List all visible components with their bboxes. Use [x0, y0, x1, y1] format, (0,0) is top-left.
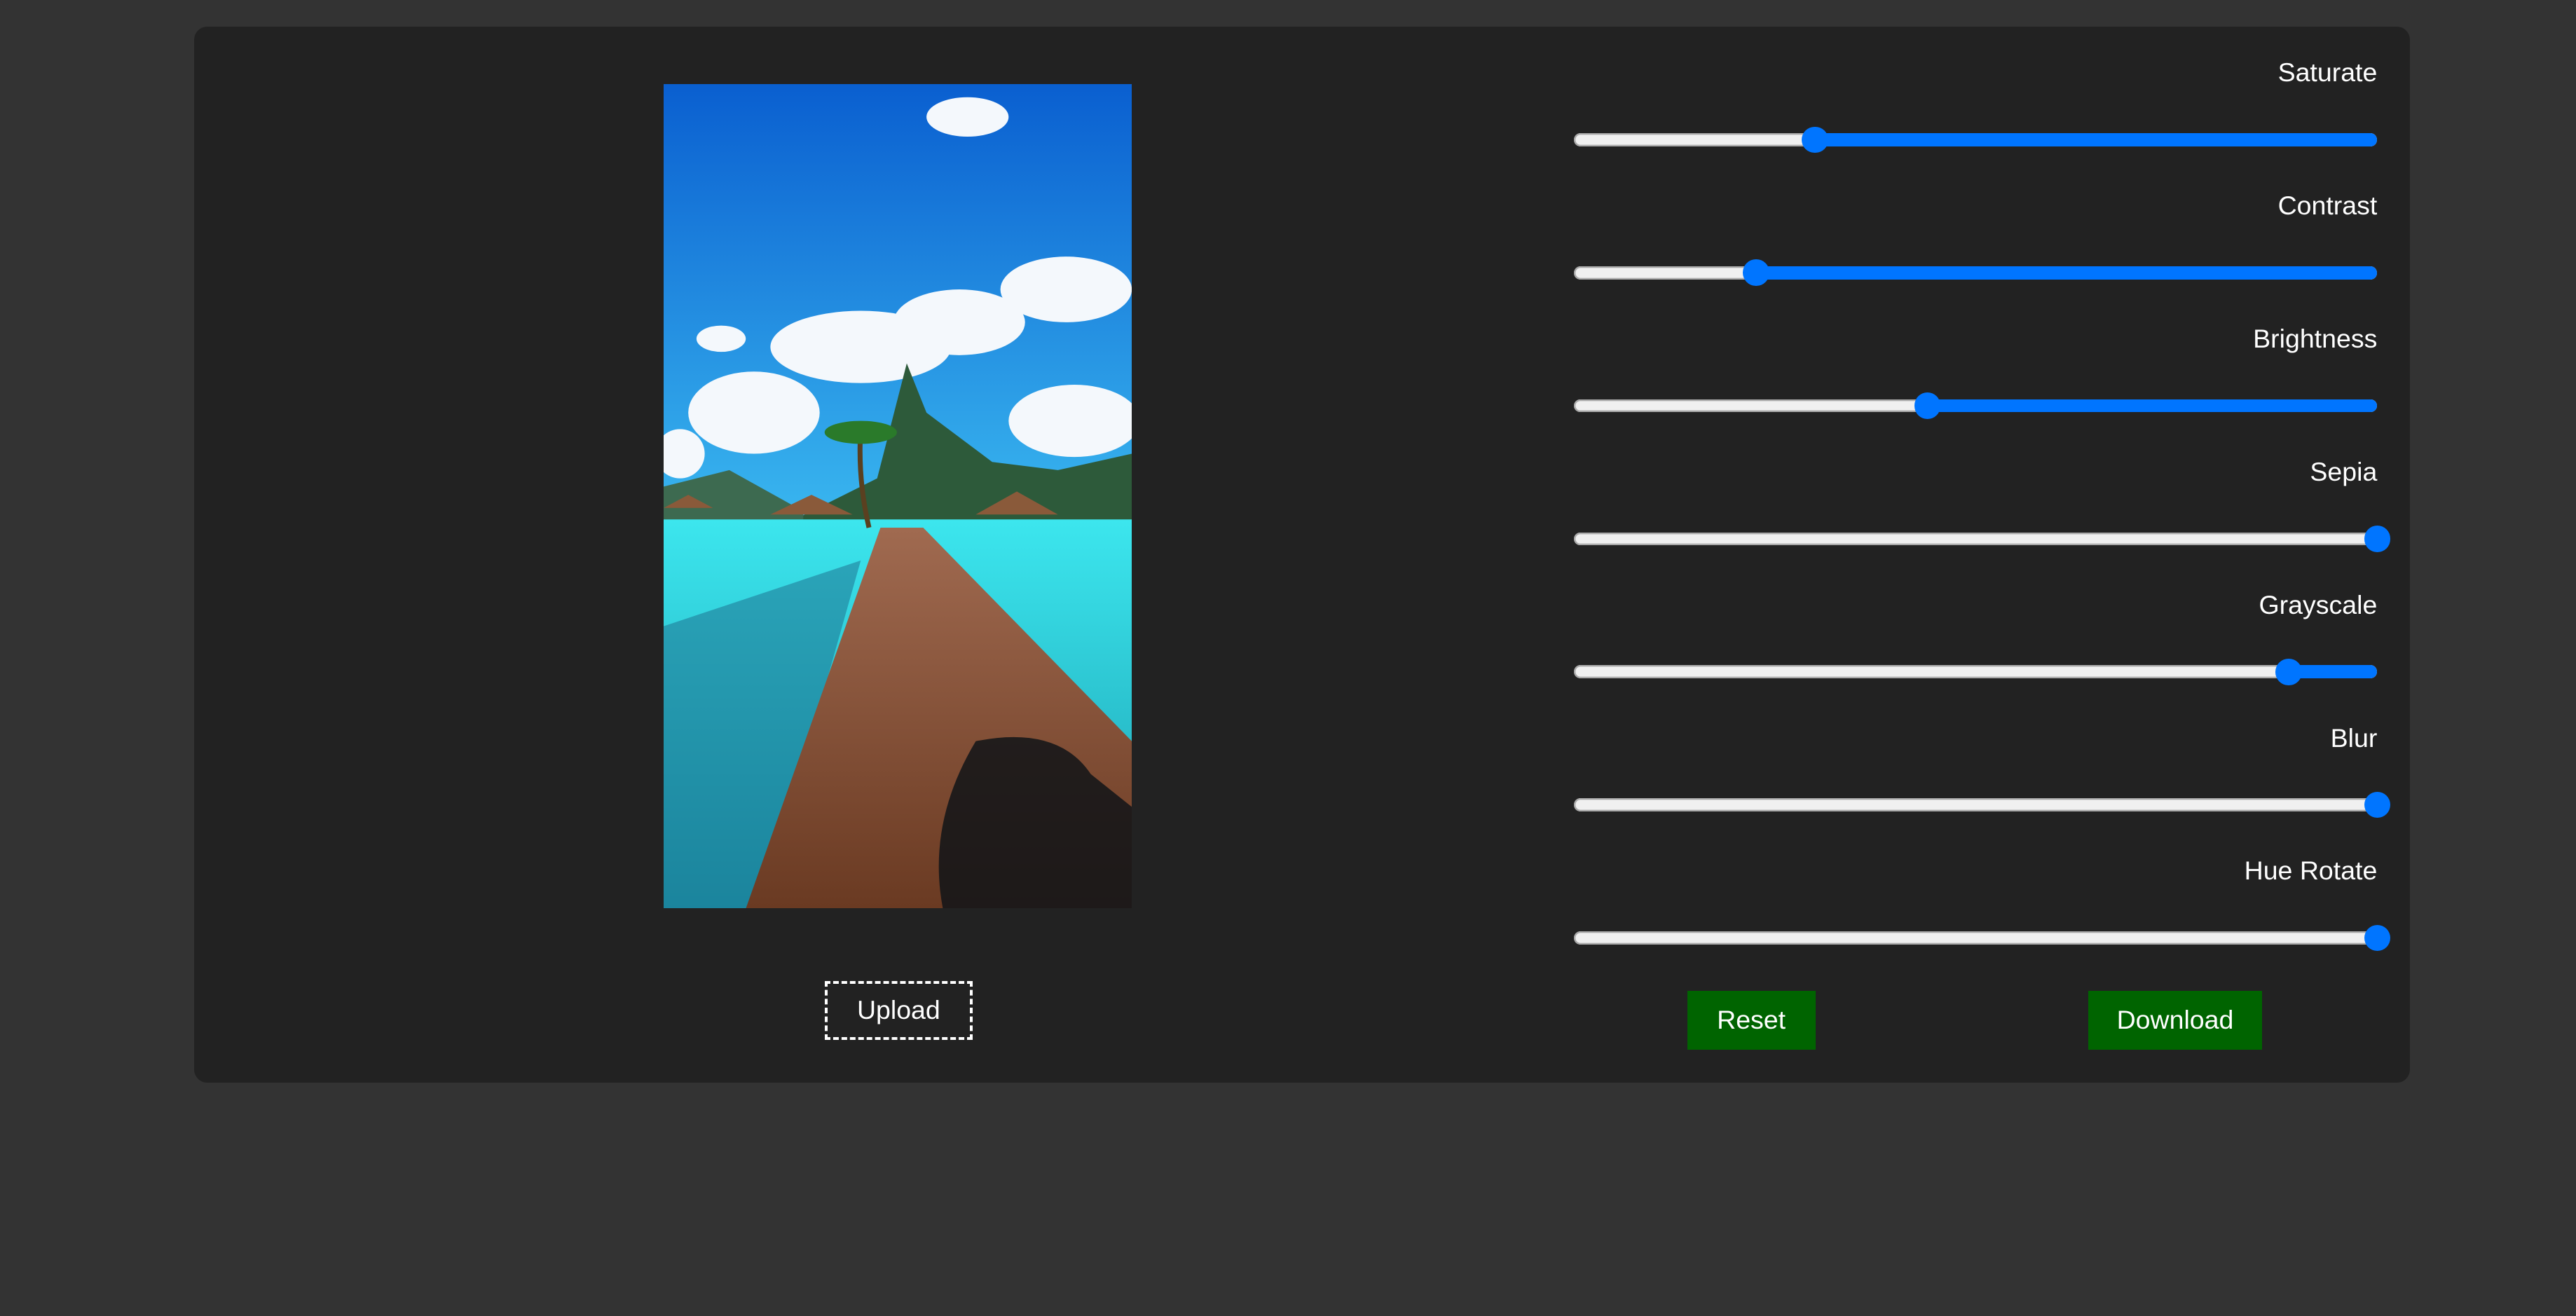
slider-label: Contrast: [2277, 190, 2378, 220]
slider-label: Sepia: [2310, 456, 2378, 486]
slider-track[interactable]: [1573, 659, 2378, 685]
reset-button[interactable]: Reset: [1687, 990, 1816, 1050]
slider-track[interactable]: [1573, 526, 2391, 552]
slider-track[interactable]: [1573, 126, 2378, 153]
download-button[interactable]: Download: [2088, 990, 2263, 1050]
slider-fill: [2289, 665, 2378, 679]
slider-label: Brightness: [2253, 323, 2378, 353]
editor-card: [193, 26, 2411, 1083]
slider-fill: [1756, 266, 2378, 280]
upload-button[interactable]: Upload: [824, 980, 973, 1040]
image-preview: [664, 83, 1132, 909]
slider-track[interactable]: [1573, 259, 2378, 286]
slider-label: Saturate: [2277, 57, 2378, 88]
slider-fill: [1927, 399, 2378, 413]
slider-thumb[interactable]: [2275, 659, 2302, 685]
slider-label: Grayscale: [2259, 589, 2378, 619]
slider-thumb[interactable]: [2364, 526, 2391, 552]
slider-label: Blur: [2330, 722, 2378, 753]
slider-track[interactable]: [1573, 791, 2391, 818]
slider-fill: [1814, 132, 2378, 146]
slider-thumb[interactable]: [1743, 259, 1769, 286]
tropical-boardwalk-image: [664, 83, 1132, 909]
slider-track[interactable]: [1573, 392, 2378, 419]
slider-track[interactable]: [1573, 924, 2391, 952]
slider-thumb[interactable]: [1914, 392, 1941, 419]
slider-label: Hue Rotate: [2244, 856, 2378, 886]
slider-thumb[interactable]: [1802, 126, 1828, 153]
